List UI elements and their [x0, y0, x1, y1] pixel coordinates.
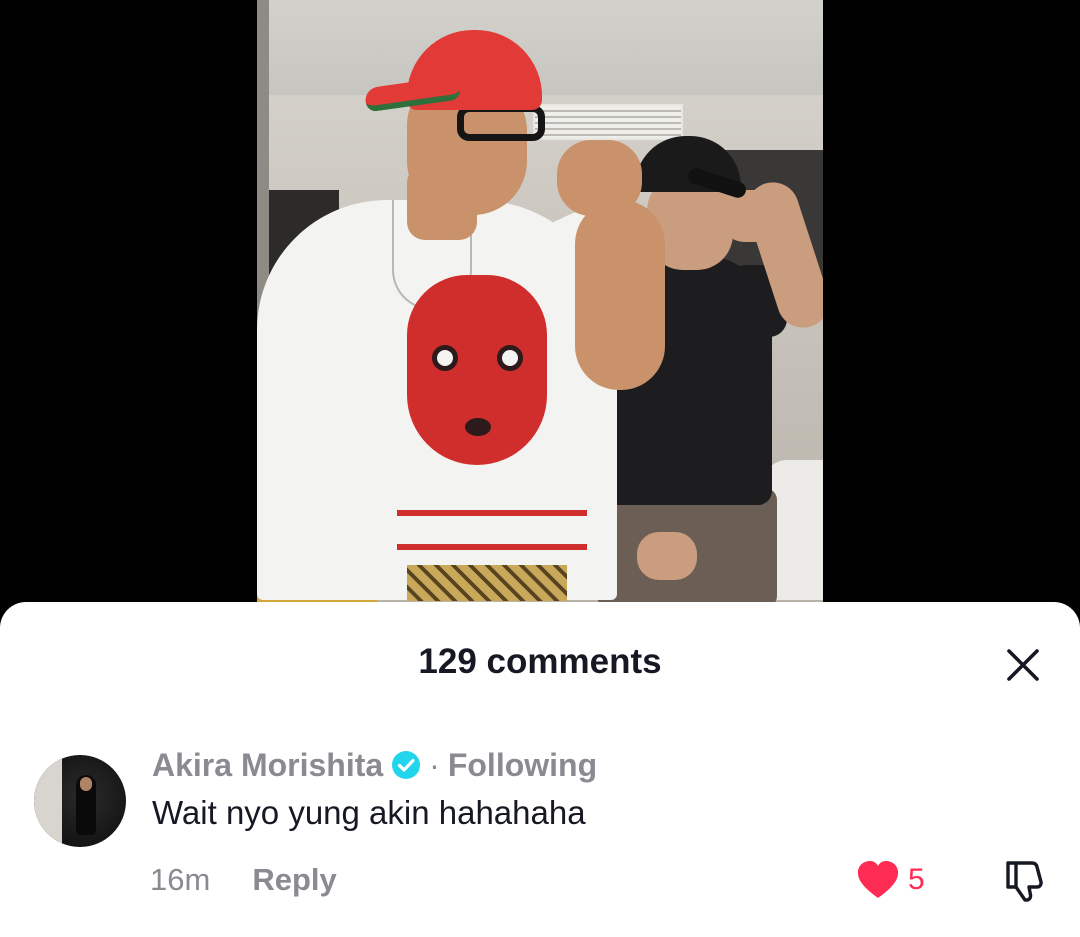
thumbs-down-icon — [1006, 861, 1043, 902]
person-1-belt — [407, 565, 567, 601]
verified-badge-icon — [392, 751, 421, 779]
header-separator: · — [429, 746, 440, 783]
shirt-print-eye — [432, 345, 458, 371]
heart-icon — [857, 861, 899, 898]
comment-timestamp: 16m — [150, 862, 211, 897]
shirt-print-mouth — [465, 418, 491, 436]
avatar-background — [34, 755, 62, 847]
reply-button[interactable]: Reply — [252, 862, 336, 898]
app-screen: 129 comments Akira Morishita · Following… — [0, 0, 1080, 937]
avatar[interactable] — [34, 755, 126, 847]
shirt-print-lettering — [397, 510, 587, 550]
comment-header: Akira Morishita · Following — [152, 745, 597, 785]
close-icon — [1007, 649, 1039, 681]
person-1-thumb-pointing-hand — [557, 140, 642, 216]
like-button[interactable]: 5 — [856, 858, 925, 902]
video-player[interactable] — [257, 0, 823, 602]
comments-sheet: 129 comments Akira Morishita · Following… — [0, 602, 1080, 937]
comment-text: Wait nyo yung akin hahahaha — [152, 794, 586, 831]
comments-count-title: 129 comments — [418, 642, 662, 681]
video-air-vent — [533, 104, 683, 140]
person-1-glasses — [457, 105, 545, 141]
person-1-right-arm — [575, 200, 665, 390]
like-count: 5 — [908, 863, 925, 896]
comment-username[interactable]: Akira Morishita — [152, 747, 383, 784]
following-status: Following — [447, 746, 598, 783]
close-button[interactable] — [998, 640, 1048, 690]
person-2-hand — [637, 532, 697, 580]
comment-meta: 16m Reply — [150, 858, 337, 902]
shirt-print-graphic — [407, 275, 547, 465]
shirt-print-eye — [497, 345, 523, 371]
dislike-button[interactable] — [1002, 858, 1048, 904]
avatar-face — [80, 777, 92, 791]
